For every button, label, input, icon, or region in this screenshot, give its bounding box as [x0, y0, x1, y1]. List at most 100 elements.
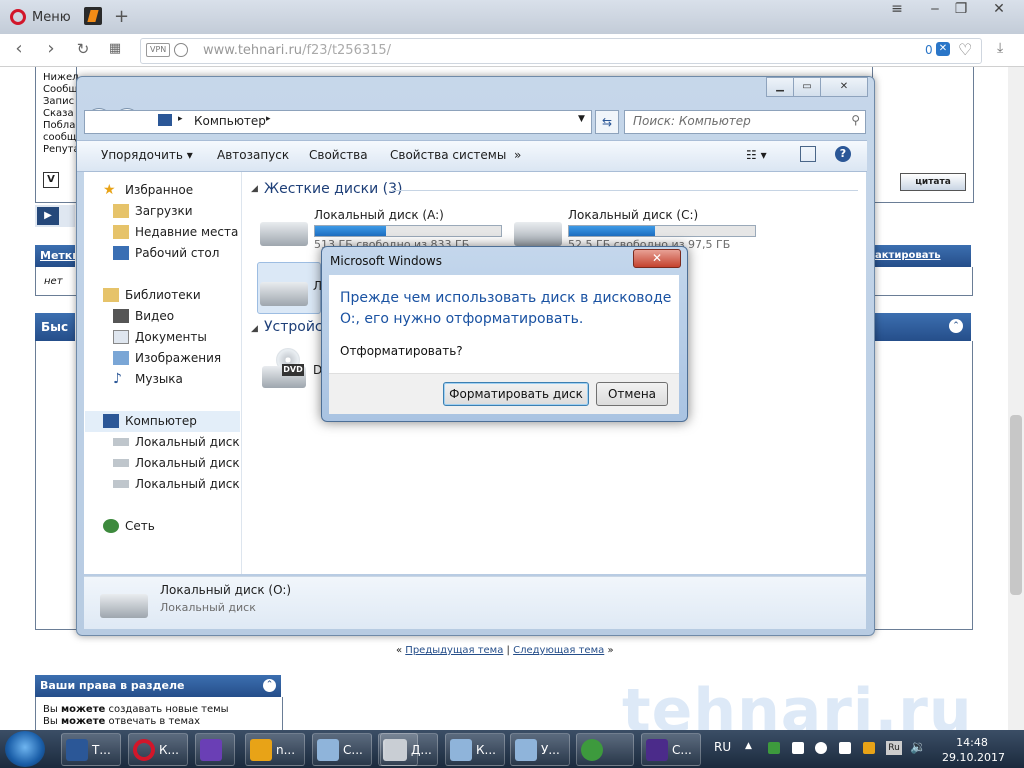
nav-libraries[interactable]: Библиотеки: [103, 288, 201, 302]
explorer-close-icon[interactable]: ✕: [820, 77, 868, 97]
clock-date: 29.10.2017: [942, 751, 1005, 764]
scroll-thumb[interactable]: [1010, 415, 1022, 595]
cancel-button[interactable]: Отмена: [596, 382, 668, 406]
search-icon[interactable]: ⚲: [851, 113, 860, 127]
nav-favorites[interactable]: ★ Избранное: [103, 183, 193, 197]
speed-dial-icon[interactable]: ▦: [104, 38, 126, 60]
language-indicator[interactable]: RU: [714, 740, 731, 754]
nav-desktop[interactable]: Рабочий стол: [113, 246, 219, 260]
opera-menu-button[interactable]: Меню: [0, 0, 78, 34]
taskbar-item[interactable]: [195, 733, 235, 766]
prev-topic-link[interactable]: Предыдущая тема: [405, 645, 503, 656]
nav-downloads[interactable]: Загрузки: [113, 204, 193, 218]
hdd-c-windows-icon[interactable]: [514, 222, 562, 246]
new-tab-plus-icon[interactable]: +: [114, 6, 130, 27]
opera-menu-icon[interactable]: ≡: [882, 0, 912, 20]
history-dropdown-icon[interactable]: ▼: [578, 114, 585, 124]
quote-button[interactable]: цитата: [900, 173, 966, 191]
explorer-search-input[interactable]: Поиск: Компьютер ⚲: [624, 110, 866, 134]
show-hidden-icons[interactable]: ▲: [745, 741, 752, 751]
clock[interactable]: 14:48 29.10.2017: [942, 735, 1005, 765]
rights-collapse-icon[interactable]: ⌃: [263, 679, 276, 692]
author-line: сообщ: [43, 132, 77, 143]
taskbar-item[interactable]: К...: [128, 733, 188, 766]
group-collapse-icon[interactable]: ◢: [251, 324, 258, 334]
disk-c-name[interactable]: Локальный диск (C:): [568, 208, 698, 222]
dvd-drive-icon[interactable]: DVD: [262, 348, 306, 390]
tray-media-icon[interactable]: [815, 742, 827, 754]
tags-label[interactable]: Метки: [35, 245, 80, 267]
nav-images[interactable]: Изображения: [113, 351, 221, 365]
tray-warning-icon[interactable]: [863, 742, 875, 754]
tray-lang-icon[interactable]: Ru: [886, 741, 902, 755]
autorun-button[interactable]: Автозапуск: [217, 148, 289, 162]
hdd-group-header[interactable]: Жесткие диски (3): [264, 181, 402, 197]
start-button-icon[interactable]: [5, 731, 45, 767]
bookmark-heart-icon[interactable]: ♡: [958, 40, 972, 59]
group-divider: [392, 190, 858, 191]
collapse-icon[interactable]: ⌃: [949, 319, 963, 333]
taskbar-item[interactable]: [576, 733, 634, 766]
hdd-a-icon[interactable]: [260, 222, 308, 246]
recent-folder-icon: [113, 225, 129, 239]
nav-recent[interactable]: Недавние места: [113, 225, 238, 239]
nav-disk-a[interactable]: Локальный диск (A: [113, 435, 256, 449]
breadcrumb[interactable]: Компьютер: [194, 114, 266, 128]
format-disk-button[interactable]: Форматировать диск: [443, 382, 589, 406]
browser-tab-strip: [0, 0, 1024, 34]
taskbar-item[interactable]: Д...: [380, 733, 438, 766]
v-icon[interactable]: V: [43, 172, 59, 188]
system-properties-button[interactable]: Свойства системы: [390, 148, 506, 162]
taskbar-item[interactable]: У...: [510, 733, 570, 766]
next-topic-link[interactable]: Следующая тема: [513, 645, 604, 656]
more-commands-button[interactable]: »: [514, 148, 521, 162]
restore-icon[interactable]: ❐: [946, 0, 976, 20]
organize-button[interactable]: Упорядочить ▾: [101, 148, 193, 162]
nav-disk-o[interactable]: Локальный диск (O: [113, 477, 258, 491]
vpn-badge[interactable]: VPN: [146, 43, 171, 57]
active-tab[interactable]: [84, 7, 102, 25]
breadcrumb-arrow-icon[interactable]: ▸: [266, 114, 271, 124]
dialog-close-button[interactable]: ✕: [633, 249, 681, 268]
back-icon[interactable]: ‹: [8, 38, 30, 60]
play-icon[interactable]: ▶: [37, 207, 59, 225]
tray-green-icon[interactable]: [768, 742, 780, 754]
taskbar-item[interactable]: С...: [312, 733, 372, 766]
refresh-icon[interactable]: ⇆: [595, 110, 619, 134]
nav-disk-c[interactable]: Локальный диск (C: [113, 456, 256, 470]
nav-computer[interactable]: Компьютер: [103, 414, 197, 428]
taskbar-item[interactable]: Т...: [61, 733, 121, 766]
hdd-o-icon[interactable]: [260, 282, 308, 306]
taskbar-item[interactable]: n...: [245, 733, 305, 766]
help-icon[interactable]: ?: [835, 146, 851, 162]
nav-network[interactable]: Сеть: [103, 519, 155, 533]
properties-button[interactable]: Свойства: [309, 148, 368, 162]
adblock-icon[interactable]: ✕: [936, 42, 950, 56]
edit-tags-link[interactable]: актировать метки: [873, 245, 971, 283]
nav-music[interactable]: ♪ Музыка: [113, 372, 183, 386]
preview-pane-icon[interactable]: [800, 146, 816, 162]
taskbar-item[interactable]: К...: [445, 733, 505, 766]
video-icon: [113, 309, 129, 323]
reload-icon[interactable]: ↻: [72, 38, 94, 60]
removable-group-header[interactable]: Устройс: [264, 319, 323, 335]
nav-video[interactable]: Видео: [113, 309, 174, 323]
page-scrollbar[interactable]: [1008, 67, 1024, 730]
url-text[interactable]: www.tehnari.ru/f23/t256315/: [203, 43, 391, 58]
tray-flag-icon[interactable]: [839, 742, 851, 754]
nav-documents[interactable]: Документы: [113, 330, 207, 344]
author-info: Нижел Сообщ Запис Сказа Побла сообщ Репу…: [43, 72, 80, 156]
tray-usb-icon[interactable]: [792, 742, 804, 754]
taskbar-item[interactable]: С...: [641, 733, 701, 766]
volume-icon[interactable]: 🔉: [910, 740, 926, 755]
explorer-maximize-icon[interactable]: ▭: [793, 77, 821, 97]
disk-c-usage-bar: [568, 225, 756, 237]
view-options-icon[interactable]: ☷ ▾: [746, 148, 767, 162]
breadcrumb-arrow-icon[interactable]: ▸: [178, 114, 183, 124]
explorer-minimize-icon[interactable]: ▁: [766, 77, 794, 97]
group-collapse-icon[interactable]: ◢: [251, 184, 258, 194]
disk-a-name[interactable]: Локальный диск (A:): [314, 208, 444, 222]
close-icon[interactable]: ✕: [984, 0, 1014, 20]
download-icon[interactable]: ⤓: [997, 40, 1003, 56]
forward-icon[interactable]: ›: [40, 38, 62, 60]
